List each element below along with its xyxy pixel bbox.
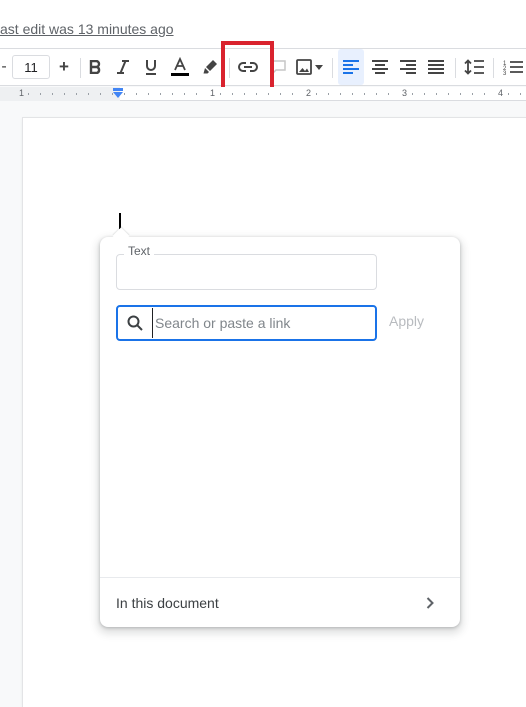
link-search-field[interactable] [116,305,377,341]
doc-header: ast edit was 13 minutes ago [0,0,526,48]
underline-icon [146,60,156,75]
ruler-tick [316,93,317,95]
italic-button[interactable] [112,49,134,85]
insert-link-popup: Text Apply In this document [100,227,460,627]
ruler-number: 3 [402,88,408,98]
ruler-tick [268,93,269,95]
comment-icon [272,60,286,74]
numbered-list-button[interactable]: 123 [499,49,526,85]
ruler-number: 1 [210,88,216,98]
ruler-number: 1 [19,88,25,98]
ruler-tick [328,93,329,95]
ruler-tick [148,93,149,95]
align-right-button[interactable] [396,49,420,85]
insert-image-button[interactable] [292,49,326,85]
insert-link-button[interactable] [235,49,261,85]
line-spacing-icon [464,59,484,75]
ruler-tick [292,93,293,95]
ruler-number: 4 [498,88,504,98]
align-left-button[interactable] [338,49,364,85]
toolbar-divider [229,58,230,78]
search-icon [118,315,152,331]
bold-icon [89,60,101,74]
last-edit-link[interactable]: ast edit was 13 minutes ago [0,21,174,37]
ruler-tick [364,93,365,95]
svg-text:3: 3 [503,71,507,75]
italic-icon [117,60,129,74]
ruler-tick [124,93,125,95]
ruler-tick [256,93,257,95]
toolbar-divider [332,58,333,78]
ruler-tick [112,93,113,95]
ruler-tick [28,93,29,95]
link-text-field[interactable] [116,254,377,290]
ruler-tick [376,93,377,95]
ruler-tick [520,93,521,95]
highlighter-icon [203,60,217,74]
align-right-icon [400,60,416,74]
ruler-number: 2 [306,88,312,98]
align-center-icon [372,60,388,74]
ruler-tick [88,93,89,95]
ruler-tick [76,93,77,95]
decrease-font-size-button[interactable]: - [0,49,8,85]
align-left-icon [343,60,359,74]
in-this-document-row[interactable]: In this document [100,578,460,627]
ruler-tick [100,93,101,95]
ruler-tick [184,93,185,95]
ruler-tick [472,93,473,95]
horizontal-ruler[interactable]: 1 1 2 3 4 [0,87,526,101]
ruler-tick [172,93,173,95]
ruler-tick [484,93,485,95]
link-icon [238,62,258,72]
apply-button[interactable]: Apply [389,313,424,329]
chevron-right-icon [426,596,434,609]
ruler-tick [424,93,425,95]
underline-button[interactable] [140,49,162,85]
highlight-color-button[interactable] [199,49,221,85]
ruler-tick [160,93,161,95]
ruler-tick [220,93,221,95]
ruler-tick [436,93,437,95]
link-text-label: Text [124,244,155,258]
bold-button[interactable] [84,49,106,85]
line-spacing-button[interactable] [461,49,487,85]
font-size-input[interactable]: 11 [12,55,50,79]
toolbar-divider [80,58,81,78]
ruler-tick [388,93,389,95]
ruler-tick [460,93,461,95]
ruler-tick [136,93,137,95]
toolbar-divider [455,58,456,78]
toolbar: - 11 + 123 [0,48,526,86]
ruler-tick [448,93,449,95]
align-center-button[interactable] [368,49,392,85]
ruler-margin [0,87,120,101]
ruler-tick [52,93,53,95]
ruler-tick [352,93,353,95]
justify-button[interactable] [424,49,448,85]
ruler-tick [412,93,413,95]
numbered-list-icon: 123 [503,61,523,75]
ruler-tick [64,93,65,95]
ruler-tick [340,93,341,95]
ruler-tick [232,93,233,95]
in-this-document-label: In this document [116,594,219,611]
add-comment-button[interactable] [268,49,290,85]
ruler-tick [508,93,509,95]
ruler-tick [280,93,281,95]
ruler-tick [40,93,41,95]
chevron-down-icon [314,65,323,70]
ruler-tick [196,93,197,95]
increase-font-size-button[interactable]: + [54,49,74,85]
text-color-button[interactable] [168,49,192,85]
align-justify-icon [428,60,444,74]
toolbar-divider [493,58,494,78]
indent-marker-icon[interactable] [112,88,124,100]
ruler-tick [244,93,245,95]
link-search-input[interactable] [152,308,367,338]
image-icon [295,59,312,75]
text-color-icon [171,57,189,76]
